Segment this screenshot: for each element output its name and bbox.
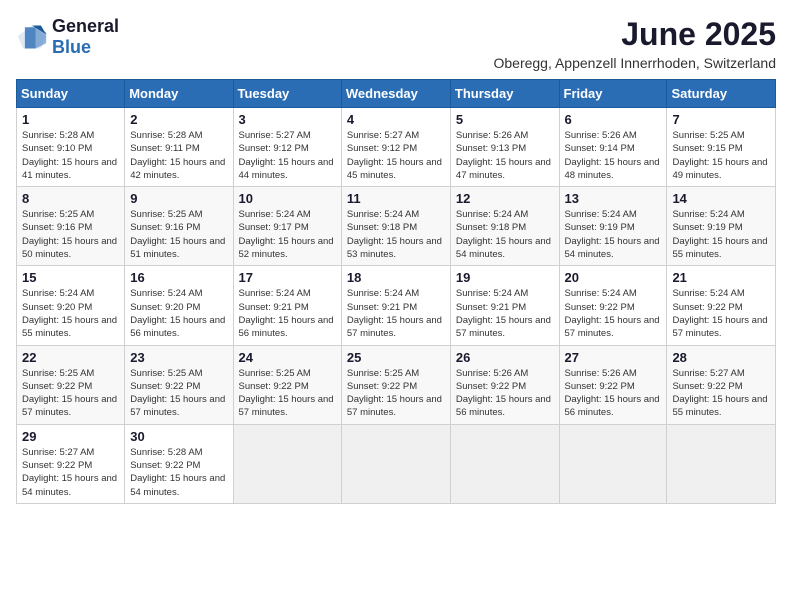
day-6: 6 Sunrise: 5:26 AM Sunset: 9:14 PM Dayli… [559, 108, 667, 187]
day-12: 12 Sunrise: 5:24 AM Sunset: 9:18 PM Dayl… [450, 187, 559, 266]
day-28: 28 Sunrise: 5:27 AM Sunset: 9:22 PM Dayl… [667, 345, 776, 424]
day-14: 14 Sunrise: 5:24 AM Sunset: 9:19 PM Dayl… [667, 187, 776, 266]
day-19: 19 Sunrise: 5:24 AM Sunset: 9:21 PM Dayl… [450, 266, 559, 345]
logo-general: General [52, 16, 119, 36]
week-row-5: 29 Sunrise: 5:27 AM Sunset: 9:22 PM Dayl… [17, 424, 776, 503]
day-20: 20 Sunrise: 5:24 AM Sunset: 9:22 PM Dayl… [559, 266, 667, 345]
day-22: 22 Sunrise: 5:25 AM Sunset: 9:22 PM Dayl… [17, 345, 125, 424]
header-friday: Friday [559, 80, 667, 108]
day-23: 23 Sunrise: 5:25 AM Sunset: 9:22 PM Dayl… [125, 345, 233, 424]
day-16: 16 Sunrise: 5:24 AM Sunset: 9:20 PM Dayl… [125, 266, 233, 345]
day-26: 26 Sunrise: 5:26 AM Sunset: 9:22 PM Dayl… [450, 345, 559, 424]
week-row-1: 1 Sunrise: 5:28 AM Sunset: 9:10 PM Dayli… [17, 108, 776, 187]
header: General Blue June 2025 Oberegg, Appenzel… [16, 16, 776, 71]
empty-cell-3 [450, 424, 559, 503]
logo: General Blue [16, 16, 119, 58]
header-thursday: Thursday [450, 80, 559, 108]
day-25: 25 Sunrise: 5:25 AM Sunset: 9:22 PM Dayl… [341, 345, 450, 424]
logo-blue: Blue [52, 37, 91, 57]
logo-text: General Blue [52, 16, 119, 58]
empty-cell-5 [667, 424, 776, 503]
logo-icon [16, 23, 48, 51]
header-wednesday: Wednesday [341, 80, 450, 108]
day-4: 4 Sunrise: 5:27 AM Sunset: 9:12 PM Dayli… [341, 108, 450, 187]
header-sunday: Sunday [17, 80, 125, 108]
day-2: 2 Sunrise: 5:28 AM Sunset: 9:11 PM Dayli… [125, 108, 233, 187]
header-tuesday: Tuesday [233, 80, 341, 108]
day-1: 1 Sunrise: 5:28 AM Sunset: 9:10 PM Dayli… [17, 108, 125, 187]
day-8: 8 Sunrise: 5:25 AM Sunset: 9:16 PM Dayli… [17, 187, 125, 266]
title-area: June 2025 Oberegg, Appenzell Innerrhoden… [493, 16, 776, 71]
calendar-table: Sunday Monday Tuesday Wednesday Thursday… [16, 79, 776, 504]
week-row-2: 8 Sunrise: 5:25 AM Sunset: 9:16 PM Dayli… [17, 187, 776, 266]
header-saturday: Saturday [667, 80, 776, 108]
day-13: 13 Sunrise: 5:24 AM Sunset: 9:19 PM Dayl… [559, 187, 667, 266]
week-row-3: 15 Sunrise: 5:24 AM Sunset: 9:20 PM Dayl… [17, 266, 776, 345]
day-15: 15 Sunrise: 5:24 AM Sunset: 9:20 PM Dayl… [17, 266, 125, 345]
day-5: 5 Sunrise: 5:26 AM Sunset: 9:13 PM Dayli… [450, 108, 559, 187]
day-29: 29 Sunrise: 5:27 AM Sunset: 9:22 PM Dayl… [17, 424, 125, 503]
day-3: 3 Sunrise: 5:27 AM Sunset: 9:12 PM Dayli… [233, 108, 341, 187]
day-9: 9 Sunrise: 5:25 AM Sunset: 9:16 PM Dayli… [125, 187, 233, 266]
day-21: 21 Sunrise: 5:24 AM Sunset: 9:22 PM Dayl… [667, 266, 776, 345]
day-27: 27 Sunrise: 5:26 AM Sunset: 9:22 PM Dayl… [559, 345, 667, 424]
month-title: June 2025 [493, 16, 776, 53]
location-subtitle: Oberegg, Appenzell Innerrhoden, Switzerl… [493, 55, 776, 71]
day-11: 11 Sunrise: 5:24 AM Sunset: 9:18 PM Dayl… [341, 187, 450, 266]
day-18: 18 Sunrise: 5:24 AM Sunset: 9:21 PM Dayl… [341, 266, 450, 345]
week-row-4: 22 Sunrise: 5:25 AM Sunset: 9:22 PM Dayl… [17, 345, 776, 424]
day-24: 24 Sunrise: 5:25 AM Sunset: 9:22 PM Dayl… [233, 345, 341, 424]
empty-cell-4 [559, 424, 667, 503]
empty-cell-2 [341, 424, 450, 503]
day-30: 30 Sunrise: 5:28 AM Sunset: 9:22 PM Dayl… [125, 424, 233, 503]
header-monday: Monday [125, 80, 233, 108]
day-17: 17 Sunrise: 5:24 AM Sunset: 9:21 PM Dayl… [233, 266, 341, 345]
day-10: 10 Sunrise: 5:24 AM Sunset: 9:17 PM Dayl… [233, 187, 341, 266]
calendar-header-row: Sunday Monday Tuesday Wednesday Thursday… [17, 80, 776, 108]
empty-cell-1 [233, 424, 341, 503]
day-7: 7 Sunrise: 5:25 AM Sunset: 9:15 PM Dayli… [667, 108, 776, 187]
